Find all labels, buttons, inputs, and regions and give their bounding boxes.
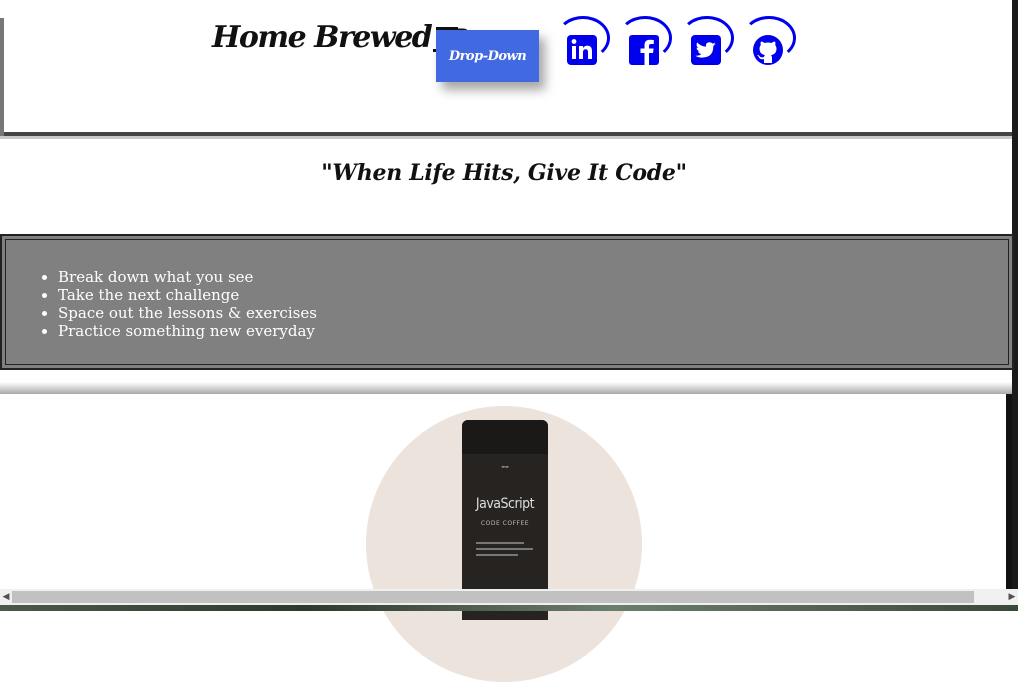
linkedin-link[interactable] — [556, 16, 616, 68]
tips-panel: Break down what you see Take the next ch… — [0, 234, 1014, 370]
list-item: Space out the lessons & exercises — [58, 304, 317, 322]
github-icon — [753, 35, 783, 65]
site-header: Home Brewed Drop-Down — [0, 0, 1012, 140]
tips-list: Break down what you see Take the next ch… — [2, 268, 317, 340]
bag-title: JavaScript — [475, 496, 535, 512]
scroll-left-arrow-icon[interactable]: ◀ — [0, 589, 12, 605]
facebook-link[interactable] — [618, 16, 678, 68]
brand-text: Home Brewed — [212, 20, 433, 55]
dropdown-button[interactable]: Drop-Down — [436, 30, 539, 82]
brand-logo[interactable]: Home Brewed — [212, 16, 469, 60]
bag-tag-mark: ▬▬ — [501, 464, 509, 469]
linkedin-icon — [567, 35, 597, 65]
github-link[interactable] — [742, 16, 802, 68]
coffee-bag-top — [462, 420, 548, 454]
list-item: Practice something new everyday — [58, 322, 317, 340]
horizontal-scrollbar[interactable]: ◀ ▶ — [0, 589, 1018, 605]
scrollbar-thumb[interactable] — [12, 591, 974, 603]
product-image: ▬▬ JavaScript CODE COFFEE — [366, 406, 642, 682]
bag-subtitle: CODE COFFEE — [480, 520, 530, 527]
list-item: Break down what you see — [58, 268, 317, 286]
tagline: "When Life Hits, Give It Code" — [321, 160, 687, 186]
background-image-strip — [0, 605, 1018, 611]
header-left-edge — [0, 18, 4, 136]
twitter-icon — [691, 35, 721, 65]
twitter-link[interactable] — [680, 16, 740, 68]
facebook-icon — [629, 35, 659, 65]
card-right-edge — [1006, 394, 1012, 594]
list-item: Take the next challenge — [58, 286, 317, 304]
scroll-right-arrow-icon[interactable]: ▶ — [1006, 589, 1018, 605]
header-shadow — [0, 136, 1012, 139]
bag-fine-print — [476, 542, 536, 572]
